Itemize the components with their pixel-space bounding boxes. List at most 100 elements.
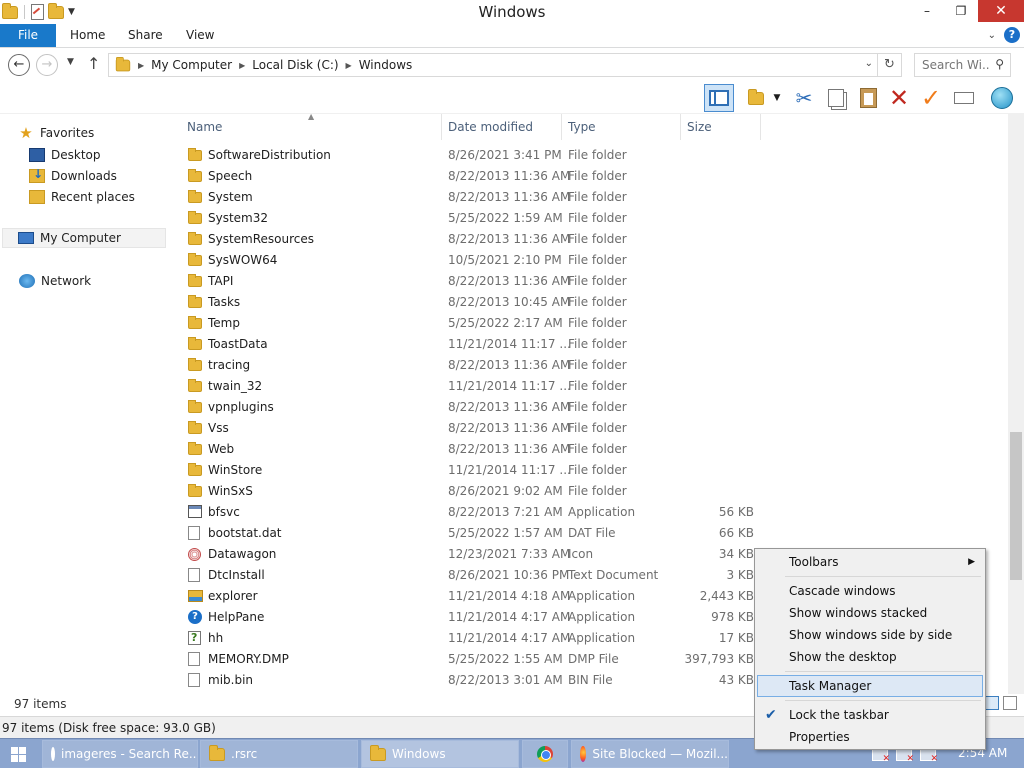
chevron-right-icon[interactable]: ▶ bbox=[138, 61, 144, 70]
tab-share[interactable]: Share bbox=[128, 24, 163, 47]
menu-item-task-manager[interactable]: Task Manager bbox=[757, 675, 983, 697]
nav-my-computer[interactable]: My Computer bbox=[2, 228, 166, 248]
tab-home[interactable]: Home bbox=[70, 24, 105, 47]
expand-ribbon-icon[interactable]: ⌄ bbox=[988, 30, 996, 41]
nav-desktop[interactable]: Desktop bbox=[29, 145, 197, 165]
search-icon[interactable]: ⚲ bbox=[995, 57, 1004, 71]
file-row[interactable]: TAPI 8/22/2013 11:36 AM File folder bbox=[182, 271, 1008, 292]
nav-network[interactable]: Network bbox=[19, 271, 187, 291]
menu-item-cascade[interactable]: Cascade windows bbox=[757, 580, 983, 602]
column-header-type[interactable]: Type bbox=[563, 114, 679, 140]
column-divider[interactable] bbox=[441, 114, 442, 140]
properties-check-icon[interactable]: ✓ bbox=[919, 84, 943, 112]
tab-view[interactable]: View bbox=[186, 24, 214, 47]
file-row[interactable]: Web 8/22/2013 11:36 AM File folder bbox=[182, 439, 1008, 460]
nav-recent-places[interactable]: Recent places bbox=[29, 187, 197, 207]
rename-icon[interactable] bbox=[952, 86, 976, 110]
column-divider[interactable] bbox=[561, 114, 562, 140]
column-divider[interactable] bbox=[760, 114, 761, 140]
new-folder-dropdown-icon[interactable]: ▼ bbox=[770, 86, 784, 110]
back-button[interactable]: ← bbox=[8, 54, 30, 76]
scrollbar-thumb[interactable] bbox=[1010, 432, 1022, 580]
file-row[interactable]: Vss 8/22/2013 11:36 AM File folder bbox=[182, 418, 1008, 439]
menu-item-show-desktop[interactable]: Show the desktop bbox=[757, 646, 983, 668]
file-row[interactable]: SystemResources 8/22/2013 11:36 AM File fo… bbox=[182, 229, 1008, 250]
menu-item-side-by-side[interactable]: Show windows side by side bbox=[757, 624, 983, 646]
file-type: File folder bbox=[568, 421, 627, 435]
maximize-button[interactable]: ❐ bbox=[944, 0, 978, 22]
file-type: Application bbox=[568, 610, 636, 624]
file-row[interactable]: SysWOW64 10/5/2021 2:10 PM File folder bbox=[182, 250, 1008, 271]
details-view-icon[interactable] bbox=[985, 696, 999, 710]
globe-icon[interactable] bbox=[990, 86, 1014, 110]
file-row[interactable]: ToastData 11/21/2014 11:17 ... File folder bbox=[182, 334, 1008, 355]
menu-item-properties[interactable]: Properties bbox=[757, 726, 983, 748]
help-icon: ? bbox=[188, 610, 202, 624]
search-input[interactable] bbox=[922, 58, 990, 72]
file-row[interactable]: WinStore 11/21/2014 11:17 ... File folder bbox=[182, 460, 1008, 481]
file-name: mib.bin bbox=[208, 673, 254, 687]
file-date: 11/21/2014 4:17 AM bbox=[448, 610, 571, 624]
taskbar-button-firefox[interactable]: Site Blocked — Mozil... bbox=[571, 740, 729, 768]
page-icon bbox=[188, 673, 200, 687]
address-bar[interactable]: ▶ My Computer ▶ Local Disk (C:) ▶ Window… bbox=[108, 53, 878, 77]
breadcrumb-my-computer[interactable]: My Computer bbox=[151, 58, 232, 72]
large-icons-view-icon[interactable] bbox=[1003, 696, 1017, 710]
paste-icon[interactable] bbox=[856, 86, 880, 110]
column-size-label: Size bbox=[687, 120, 712, 134]
file-row[interactable]: twain_32 11/21/2014 11:17 ... File folder bbox=[182, 376, 1008, 397]
file-row[interactable]: Speech 8/22/2013 11:36 AM File folder bbox=[182, 166, 1008, 187]
column-header-date[interactable]: Date modified bbox=[443, 114, 563, 140]
file-row[interactable]: WinSxS 8/26/2021 9:02 AM File folder bbox=[182, 481, 1008, 502]
file-row[interactable]: System32 5/25/2022 1:59 AM File folder bbox=[182, 208, 1008, 229]
file-row[interactable]: tracing 8/22/2013 11:36 AM File folder bbox=[182, 355, 1008, 376]
vertical-scrollbar[interactable] bbox=[1008, 114, 1024, 694]
breadcrumb-local-disk[interactable]: Local Disk (C:) bbox=[252, 58, 338, 72]
recent-locations-icon[interactable]: ▼ bbox=[67, 57, 74, 67]
column-header-size[interactable]: Size bbox=[682, 114, 760, 140]
delete-icon[interactable]: ✕ bbox=[887, 84, 911, 112]
column-divider[interactable] bbox=[680, 114, 681, 140]
up-button[interactable]: ↑ bbox=[87, 54, 100, 73]
file-date: 5/25/2022 1:59 AM bbox=[448, 211, 563, 225]
forward-button[interactable]: → bbox=[36, 54, 58, 76]
file-row[interactable]: System 8/22/2013 11:36 AM File folder bbox=[182, 187, 1008, 208]
file-row[interactable]: Tasks 8/22/2013 10:45 AM File folder bbox=[182, 292, 1008, 313]
taskbar-button-chrome[interactable] bbox=[522, 740, 568, 768]
nav-downloads[interactable]: Downloads bbox=[29, 166, 197, 186]
folder-icon bbox=[188, 421, 202, 434]
new-folder-icon[interactable] bbox=[744, 86, 768, 110]
taskbar-button-windows[interactable]: Windows bbox=[361, 740, 519, 768]
taskbar-button-search[interactable]: imageres - Search Re... bbox=[42, 740, 198, 768]
file-row[interactable]: bootstat.dat 5/25/2022 1:57 AM DAT File 66 … bbox=[182, 523, 1008, 544]
minimize-button[interactable]: – bbox=[910, 0, 944, 22]
breadcrumb-windows[interactable]: Windows bbox=[359, 58, 413, 72]
file-row[interactable]: SoftwareDistribution 8/26/2021 3:41 PM Fil… bbox=[182, 145, 1008, 166]
tab-file[interactable]: File bbox=[0, 24, 56, 47]
layout-pane-icon[interactable] bbox=[704, 84, 734, 112]
menu-item-toolbars[interactable]: Toolbars ▶ bbox=[757, 551, 983, 573]
firefox-icon bbox=[580, 746, 587, 762]
menu-item-stacked[interactable]: Show windows stacked bbox=[757, 602, 983, 624]
network-icon bbox=[19, 274, 35, 288]
search-box[interactable]: ⚲ bbox=[914, 53, 1011, 77]
cut-icon[interactable]: ✂ bbox=[792, 86, 816, 110]
chevron-right-icon[interactable]: ▶ bbox=[346, 61, 352, 70]
folder-icon bbox=[209, 744, 225, 761]
menu-item-lock-taskbar[interactable]: ✔ Lock the taskbar bbox=[757, 704, 983, 726]
column-name-label: Name bbox=[187, 120, 223, 134]
refresh-button[interactable]: ↻ bbox=[878, 53, 902, 77]
nav-favorites[interactable]: ★ Favorites bbox=[18, 123, 186, 143]
help-icon[interactable]: ? bbox=[1004, 27, 1020, 43]
file-row[interactable]: Temp 5/25/2022 2:17 AM File folder bbox=[182, 313, 1008, 334]
file-row[interactable]: bfsvc 8/22/2013 7:21 AM Application 56 KB bbox=[182, 502, 1008, 523]
close-button[interactable]: ✕ bbox=[978, 0, 1024, 22]
taskbar-button-rsrc[interactable]: .rsrc bbox=[200, 740, 358, 768]
file-type: File folder bbox=[568, 484, 627, 498]
start-button[interactable] bbox=[0, 739, 36, 768]
copy-icon[interactable] bbox=[824, 86, 848, 110]
file-name: HelpPane bbox=[208, 610, 265, 624]
chevron-down-icon[interactable]: ⌄ bbox=[865, 58, 873, 69]
chevron-right-icon[interactable]: ▶ bbox=[239, 61, 245, 70]
file-row[interactable]: vpnplugins 8/22/2013 11:36 AM File folder bbox=[182, 397, 1008, 418]
